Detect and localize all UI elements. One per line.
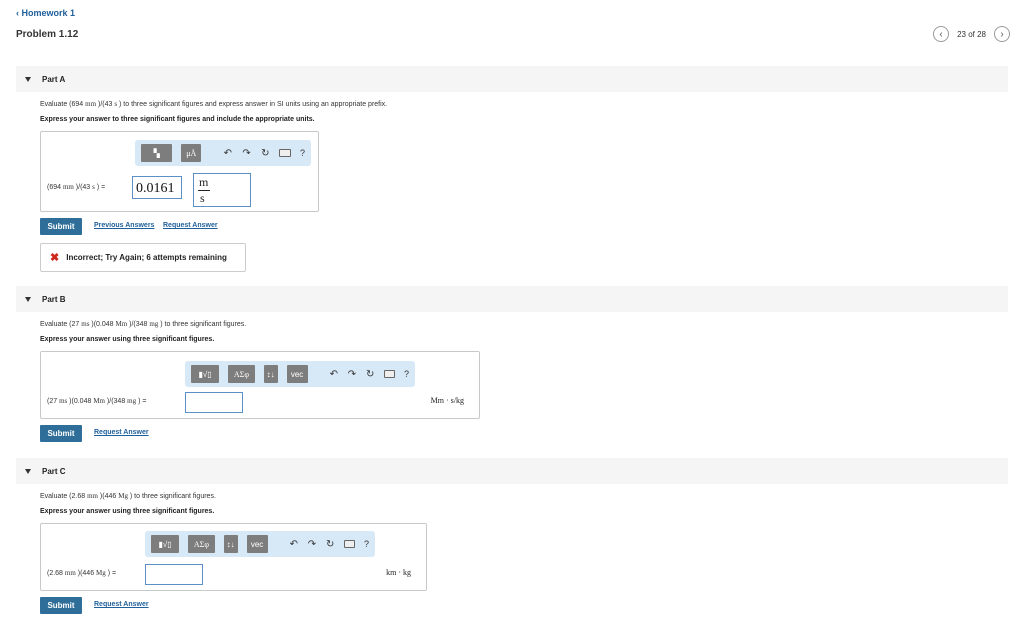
part-a-toolbar: ▚ μÅ ↶ ↷ ↻ ? bbox=[135, 140, 311, 166]
part-a-header[interactable]: Part A bbox=[16, 66, 1008, 92]
undo-icon[interactable]: ↶ bbox=[223, 148, 233, 159]
part-b-prompt: Evaluate (27 ms )(0.048 Mm )/(348 mg ) t… bbox=[40, 320, 247, 328]
part-b-toolbar: ▮√▯ ΑΣφ ↕↓ vec ↶ ↷ ↻ ? bbox=[185, 361, 415, 387]
help-icon[interactable]: ? bbox=[364, 539, 369, 549]
part-b-header[interactable]: Part B bbox=[16, 286, 1008, 312]
templates-button[interactable]: ▮√▯ bbox=[191, 365, 220, 383]
prev-problem-button[interactable]: ‹ bbox=[933, 26, 950, 42]
part-a-request-answer-link[interactable]: Request Answer bbox=[163, 222, 218, 229]
part-b-value-input[interactable] bbox=[185, 392, 243, 413]
back-link[interactable]: ‹ Homework 1 bbox=[16, 8, 75, 18]
help-icon[interactable]: ? bbox=[404, 369, 409, 379]
reset-icon[interactable]: ↻ bbox=[366, 369, 375, 380]
undo-icon[interactable]: ↶ bbox=[289, 539, 298, 550]
part-a-feedback: ✖ Incorrect; Try Again; 6 attempts remai… bbox=[40, 243, 246, 272]
next-problem-button[interactable]: › bbox=[994, 26, 1010, 42]
part-c-answer-box: ▮√▯ ΑΣφ ↕↓ vec ↶ ↷ ↻ ? (2.68 mm )(446 Mg… bbox=[40, 523, 427, 591]
part-c-title: Part C bbox=[42, 466, 66, 476]
subscript-button[interactable]: ↕↓ bbox=[263, 365, 278, 383]
part-b-request-answer-link[interactable]: Request Answer bbox=[94, 429, 149, 436]
chevron-left-icon: ‹ bbox=[16, 8, 19, 18]
part-c-request-answer-link[interactable]: Request Answer bbox=[94, 601, 149, 608]
templates-button[interactable]: ▮√▯ bbox=[151, 535, 180, 553]
keyboard-icon[interactable] bbox=[383, 370, 395, 378]
part-a-answer-box: ▚ μÅ ↶ ↷ ↻ ? (694 mm )/(43 s ) = 0.0161 … bbox=[40, 131, 319, 212]
part-a-previous-answers-link[interactable]: Previous Answers bbox=[94, 222, 154, 229]
greek-symbols-button[interactable]: ΑΣφ bbox=[228, 365, 255, 383]
part-a-title: Part A bbox=[42, 74, 66, 84]
part-c-toolbar: ▮√▯ ΑΣφ ↕↓ vec ↶ ↷ ↻ ? bbox=[145, 531, 375, 557]
reset-icon[interactable]: ↻ bbox=[261, 148, 271, 159]
part-c-expression: (2.68 mm )(446 Mg ) = bbox=[47, 569, 117, 577]
problem-title: Problem 1.12 bbox=[16, 29, 79, 40]
chevron-right-icon: › bbox=[1000, 28, 1004, 40]
unit-denominator: s bbox=[200, 191, 205, 205]
part-b-answer-box: ▮√▯ ΑΣφ ↕↓ vec ↶ ↷ ↻ ? (27 ms )(0.048 Mm… bbox=[40, 351, 480, 419]
part-c-value-input[interactable] bbox=[145, 564, 203, 585]
part-c-submit-button[interactable]: Submit bbox=[40, 597, 82, 614]
part-a-value: 0.0161 bbox=[136, 181, 175, 196]
part-a-prompt: Evaluate (694 mm )/(43 s ) to three sign… bbox=[40, 100, 388, 108]
reset-icon[interactable]: ↻ bbox=[326, 539, 335, 550]
collapse-icon bbox=[25, 76, 31, 82]
part-c-prompt: Evaluate (2.68 mm )(446 Mg ) to three si… bbox=[40, 492, 216, 500]
part-a-submit-button[interactable]: Submit bbox=[40, 218, 82, 235]
unit-numerator: m bbox=[199, 175, 209, 189]
help-icon[interactable]: ? bbox=[300, 148, 305, 158]
redo-icon[interactable]: ↷ bbox=[307, 539, 316, 550]
incorrect-icon: ✖ bbox=[50, 252, 60, 264]
keyboard-icon[interactable] bbox=[343, 540, 355, 548]
part-b-unit: Mm · s/kg bbox=[430, 396, 464, 405]
part-a-value-input[interactable]: 0.0161 bbox=[132, 176, 182, 199]
part-b-instruction: Express your answer using three signific… bbox=[40, 336, 215, 343]
greek-symbols-button[interactable]: ΑΣφ bbox=[188, 535, 215, 553]
feedback-text: Incorrect; Try Again; 6 attempts remaini… bbox=[66, 253, 227, 262]
part-a-instruction: Express your answer to three significant… bbox=[40, 116, 315, 123]
part-b-submit-button[interactable]: Submit bbox=[40, 425, 82, 442]
part-b-title: Part B bbox=[42, 294, 66, 304]
part-c-instruction: Express your answer using three signific… bbox=[40, 508, 215, 515]
part-b-expression: (27 ms )(0.048 Mm )/(348 mg ) = bbox=[47, 397, 147, 405]
chevron-left-icon: ‹ bbox=[939, 28, 943, 40]
vector-button[interactable]: vec bbox=[286, 365, 308, 383]
subscript-button[interactable]: ↕↓ bbox=[223, 535, 238, 553]
templates-button[interactable]: ▚ bbox=[141, 144, 173, 162]
collapse-icon bbox=[25, 296, 31, 302]
part-a-expression: (694 mm )/(43 s ) = bbox=[47, 183, 106, 191]
keyboard-icon[interactable] bbox=[279, 149, 291, 157]
part-c-unit: km · kg bbox=[386, 568, 411, 577]
collapse-icon bbox=[25, 468, 31, 474]
pager: ‹ 23 of 28 › bbox=[933, 26, 1010, 42]
undo-icon[interactable]: ↶ bbox=[329, 369, 338, 380]
part-a-unit-input[interactable]: m s bbox=[193, 173, 251, 207]
part-c-header[interactable]: Part C bbox=[16, 458, 1008, 484]
redo-icon[interactable]: ↷ bbox=[347, 369, 356, 380]
pager-text: 23 of 28 bbox=[957, 29, 986, 39]
units-button[interactable]: μÅ bbox=[181, 144, 202, 162]
vector-button[interactable]: vec bbox=[246, 535, 268, 553]
redo-icon[interactable]: ↷ bbox=[242, 148, 252, 159]
back-link-label: Homework 1 bbox=[21, 8, 76, 18]
